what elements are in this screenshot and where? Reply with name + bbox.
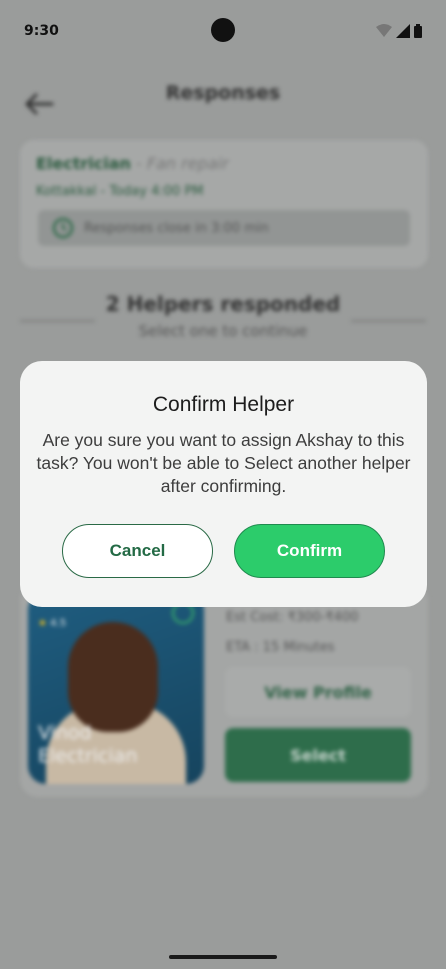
home-indicator[interactable]	[169, 955, 277, 959]
timer-text: Responses close in 3:00 min	[84, 220, 269, 236]
helper-name-line2: Electrician	[38, 744, 138, 767]
job-card: Electrician - Fan repair Kottakkal - Tod…	[20, 140, 428, 268]
confirm-button[interactable]: Confirm	[234, 524, 385, 578]
job-location-time: Kottakkal - Today 4:00 PM	[36, 184, 204, 199]
helper-card: ★ 4.5 Vinod Electrician Est Cost: ₹300-₹…	[20, 582, 428, 797]
status-time: 9:30	[24, 23, 59, 39]
camera-cutout	[211, 18, 235, 42]
select-button[interactable]: Select	[225, 728, 411, 782]
battery-icon	[414, 24, 422, 38]
helper-name: Vinod Electrician	[38, 722, 137, 768]
responses-subtitle: Select one to continue	[138, 322, 308, 340]
page-title: Responses	[165, 82, 281, 104]
photo-person	[68, 622, 158, 732]
dialog-title: Confirm Helper	[152, 393, 295, 416]
responses-title: 2 Helpers responded	[105, 292, 341, 316]
job-task: Fan repair	[146, 154, 229, 173]
system-icons	[376, 24, 422, 38]
view-profile-button[interactable]: View Profile	[225, 667, 411, 717]
job-category: Electrician	[36, 154, 131, 173]
helper-rating: ★ 4.5	[38, 618, 66, 629]
dialog-message: Are you sure you want to assign Akshay t…	[36, 430, 411, 496]
cancel-button[interactable]: Cancel	[62, 524, 213, 578]
helper-photo[interactable]: ★ 4.5 Vinod Electrician	[28, 592, 204, 784]
status-bar: 9:30	[0, 0, 446, 62]
responses-timer: Responses close in 3:00 min	[38, 210, 410, 246]
job-separator: -	[130, 154, 147, 173]
signal-icon	[396, 24, 410, 38]
rating-value: 4.5	[50, 618, 67, 629]
helper-name-line1: Vinod	[38, 722, 92, 744]
confirm-helper-dialog: Confirm Helper Are you sure you want to …	[20, 361, 427, 607]
star-icon: ★	[38, 618, 47, 629]
clock-icon	[52, 217, 74, 239]
eta: ETA : 15 Minutes	[226, 640, 335, 655]
wifi-icon	[376, 24, 392, 37]
job-title: Electrician - Fan repair	[36, 154, 229, 173]
estimated-cost: Est Cost: ₹300-₹400	[226, 610, 359, 625]
